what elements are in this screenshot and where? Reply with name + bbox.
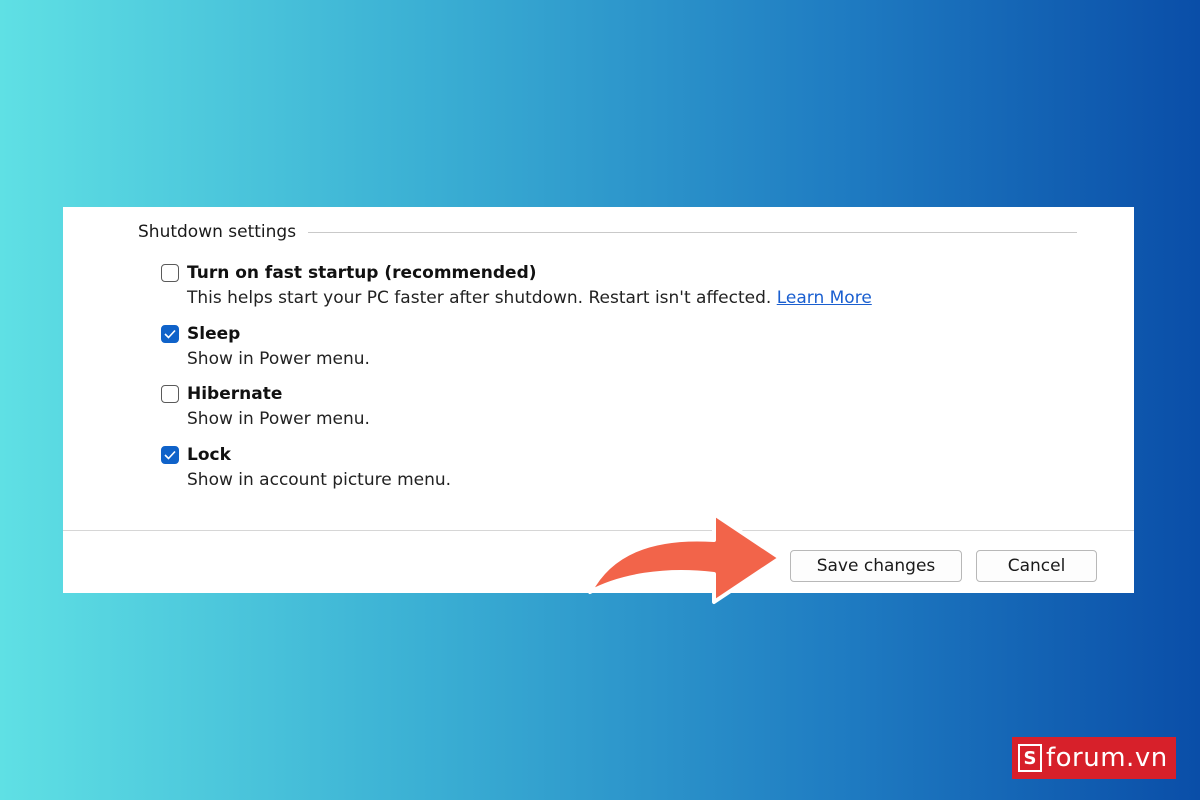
sforum-logo: S forum.vn <box>1012 737 1176 779</box>
checkmark-icon <box>164 329 176 339</box>
learn-more-link[interactable]: Learn More <box>777 288 872 308</box>
save-changes-button[interactable]: Save changes <box>790 550 962 582</box>
option-sleep: Sleep Show in Power menu. <box>161 321 370 369</box>
sleep-label[interactable]: Sleep <box>187 324 240 344</box>
fast-startup-description-text: This helps start your PC faster after sh… <box>187 288 772 308</box>
sleep-description: Show in Power menu. <box>187 349 370 369</box>
hibernate-description: Show in Power menu. <box>187 409 370 429</box>
option-fast-startup: Turn on fast startup (recommended) This … <box>161 260 872 308</box>
lock-label[interactable]: Lock <box>187 445 231 465</box>
option-hibernate: Hibernate Show in Power menu. <box>161 381 370 429</box>
fast-startup-description: This helps start your PC faster after sh… <box>187 288 872 308</box>
hibernate-checkbox[interactable] <box>161 385 179 403</box>
lock-checkbox[interactable] <box>161 446 179 464</box>
section-header: Shutdown settings <box>138 221 1077 243</box>
sleep-checkbox[interactable] <box>161 325 179 343</box>
curved-arrow-icon <box>588 512 782 604</box>
section-divider <box>308 231 1077 233</box>
sforum-logo-text: forum.vn <box>1046 743 1168 773</box>
checkmark-icon <box>164 450 176 460</box>
lock-description: Show in account picture menu. <box>187 470 452 490</box>
sforum-logo-mark: S <box>1018 744 1042 772</box>
hibernate-label[interactable]: Hibernate <box>187 384 282 404</box>
option-lock: Lock Show in account picture menu. <box>161 442 451 490</box>
fast-startup-checkbox[interactable] <box>161 264 179 282</box>
section-title: Shutdown settings <box>138 222 297 242</box>
fast-startup-label[interactable]: Turn on fast startup (recommended) <box>187 263 537 283</box>
cancel-button[interactable]: Cancel <box>976 550 1097 582</box>
